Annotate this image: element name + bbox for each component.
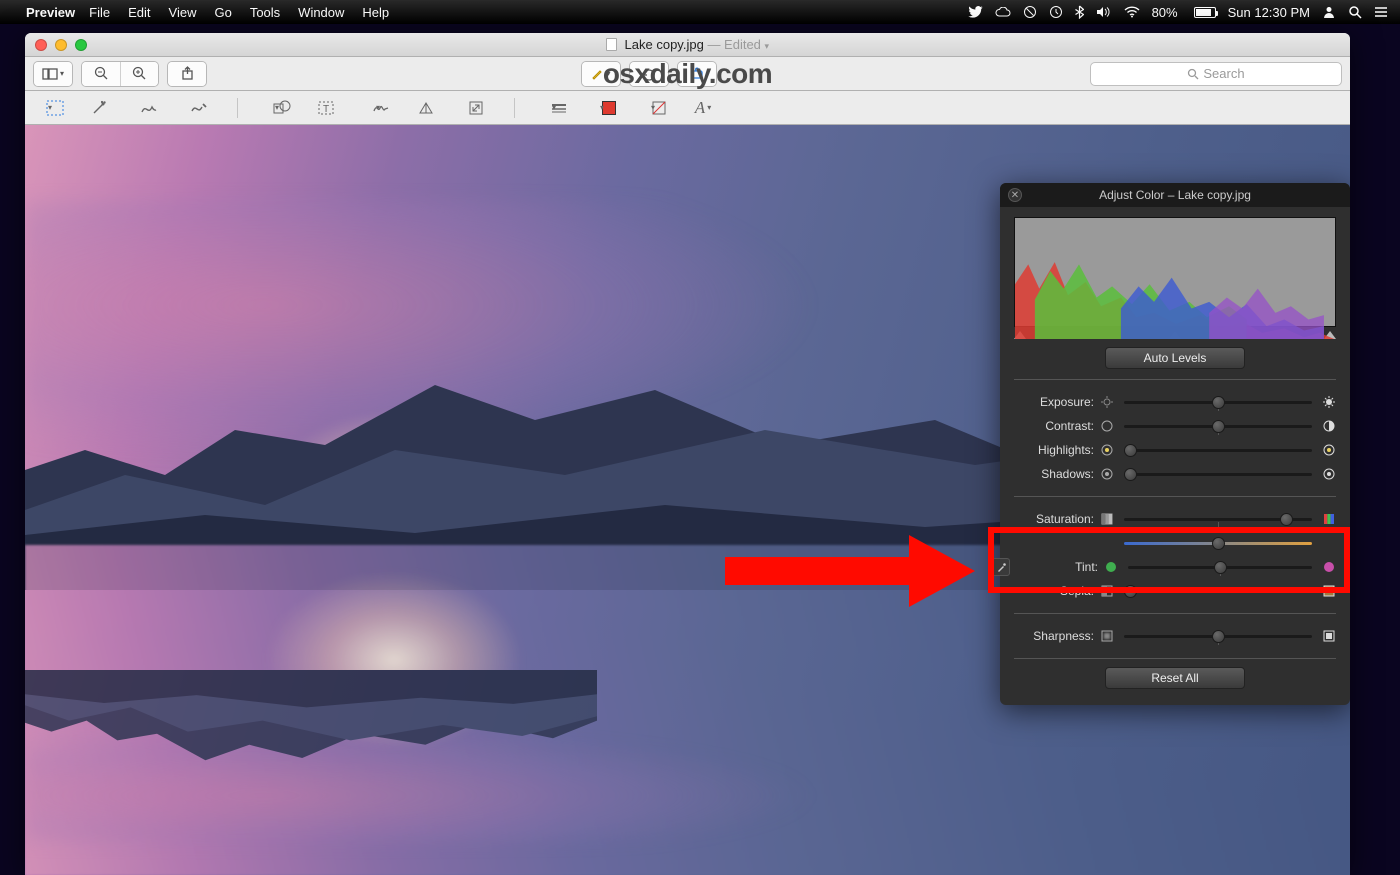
shadows-row: Shadows:: [1014, 462, 1336, 486]
preview-window: Lake copy.jpg — Edited ▾ ▾ osxdaily.com …: [25, 33, 1350, 875]
markup-toolbar: ▾ ▾ T ▾ ▾ ▾ ▾ A▾: [25, 91, 1350, 125]
border-color-tool[interactable]: ▾: [591, 96, 615, 120]
text-tool[interactable]: T: [314, 96, 338, 120]
shadows-high-icon: [1322, 467, 1336, 481]
sharpness-slider[interactable]: [1124, 635, 1312, 638]
zoom-out-button[interactable]: [82, 62, 120, 86]
highlights-row: Highlights:: [1014, 438, 1336, 462]
battery-percent: 80%: [1152, 5, 1178, 20]
view-mode-button[interactable]: ▾: [34, 62, 72, 86]
histogram: [1014, 217, 1336, 327]
panel-title: Adjust Color – Lake copy.jpg: [1000, 188, 1350, 202]
rotate-button[interactable]: [630, 62, 668, 86]
zoom-in-button[interactable]: [120, 62, 158, 86]
menubar-app-name[interactable]: Preview: [26, 5, 75, 20]
highlights-low-icon: [1100, 443, 1114, 457]
search-placeholder: Search: [1203, 66, 1244, 81]
panel-titlebar[interactable]: ✕ Adjust Color – Lake copy.jpg: [1000, 183, 1350, 207]
menu-file[interactable]: File: [89, 5, 110, 20]
shadows-low-icon: [1100, 467, 1114, 481]
exposure-low-icon: [1100, 395, 1114, 409]
adjust-color-tool[interactable]: [414, 96, 438, 120]
line-style-tool[interactable]: ▾: [541, 96, 565, 120]
cloud-icon[interactable]: [995, 7, 1011, 18]
sharpness-high-icon: [1322, 629, 1336, 643]
svg-text:T: T: [323, 104, 329, 115]
sharpness-low-icon: [1100, 629, 1114, 643]
highlight-button[interactable]: ▾: [582, 62, 620, 86]
shapes-tool[interactable]: ▾: [264, 96, 288, 120]
menu-tools[interactable]: Tools: [250, 5, 280, 20]
do-not-disturb-icon[interactable]: [1023, 5, 1037, 19]
menubar-clock[interactable]: Sun 12:30 PM: [1228, 5, 1310, 20]
highlights-slider[interactable]: [1124, 449, 1312, 452]
battery-icon[interactable]: [1190, 7, 1216, 18]
window-title: Lake copy.jpg — Edited ▾: [25, 37, 1350, 52]
contrast-low-icon: [1100, 419, 1114, 433]
annotation-arrow: [725, 535, 995, 607]
wifi-icon[interactable]: [1124, 6, 1140, 18]
titlebar[interactable]: Lake copy.jpg — Edited ▾: [25, 33, 1350, 57]
auto-levels-button[interactable]: Auto Levels: [1105, 347, 1245, 369]
exposure-slider[interactable]: [1124, 401, 1312, 404]
menu-view[interactable]: View: [169, 5, 197, 20]
saturation-high-icon: [1322, 512, 1336, 526]
zoom-button[interactable]: [75, 39, 87, 51]
menu-edit[interactable]: Edit: [128, 5, 150, 20]
minimize-button[interactable]: [55, 39, 67, 51]
share-button[interactable]: [168, 62, 206, 86]
reset-all-button[interactable]: Reset All: [1105, 667, 1245, 689]
menu-window[interactable]: Window: [298, 5, 344, 20]
saturation-low-icon: [1100, 512, 1114, 526]
search-field[interactable]: Search: [1090, 62, 1342, 86]
instant-alpha-tool[interactable]: [87, 96, 111, 120]
adjust-color-panel[interactable]: ✕ Adjust Color – Lake copy.jpg Auto Leve…: [1000, 183, 1350, 705]
macos-menubar: Preview File Edit View Go Tools Window H…: [0, 0, 1400, 24]
fill-color-tool[interactable]: ▾: [641, 96, 665, 120]
notification-center-icon[interactable]: [1374, 6, 1388, 18]
main-toolbar: ▾ osxdaily.com ▾ Search: [25, 57, 1350, 91]
sign-tool[interactable]: ▾: [364, 96, 388, 120]
saturation-slider[interactable]: [1124, 518, 1312, 521]
menu-help[interactable]: Help: [362, 5, 389, 20]
contrast-row: Contrast:: [1014, 414, 1336, 438]
contrast-slider[interactable]: [1124, 425, 1312, 428]
menu-go[interactable]: Go: [214, 5, 231, 20]
user-icon[interactable]: [1322, 5, 1336, 19]
sketch-tool[interactable]: [137, 96, 161, 120]
selection-tool[interactable]: ▾: [37, 96, 61, 120]
document-icon: [606, 38, 617, 51]
markup-button[interactable]: [678, 62, 716, 86]
timemachine-icon[interactable]: [1049, 5, 1063, 19]
draw-tool[interactable]: [187, 96, 211, 120]
sharpness-row: Sharpness:: [1014, 624, 1336, 648]
annotation-highlight-box: [988, 527, 1350, 593]
exposure-row: Exposure:: [1014, 390, 1336, 414]
close-button[interactable]: [35, 39, 47, 51]
exposure-high-icon: [1322, 395, 1336, 409]
shadows-slider[interactable]: [1124, 473, 1312, 476]
spotlight-icon[interactable]: [1348, 5, 1362, 19]
twitter-icon[interactable]: [968, 6, 983, 18]
bluetooth-icon[interactable]: [1075, 5, 1084, 19]
text-style-tool[interactable]: A▾: [691, 96, 715, 120]
contrast-high-icon: [1322, 419, 1336, 433]
highlights-high-icon: [1322, 443, 1336, 457]
adjust-size-tool[interactable]: [464, 96, 488, 120]
volume-icon[interactable]: [1096, 6, 1112, 18]
